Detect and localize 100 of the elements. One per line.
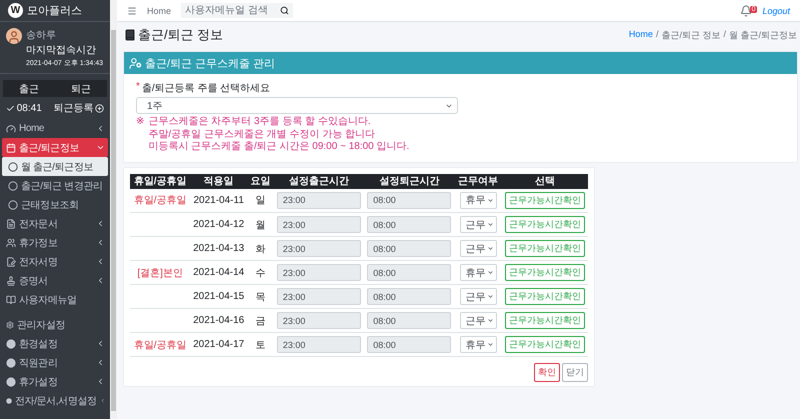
close-button[interactable]: 닫기 <box>562 363 588 382</box>
breadcrumb-item[interactable]: 출근/퇴근 정보 <box>661 28 720 42</box>
holiday-cell: 휴일/공휴일 <box>130 332 190 356</box>
dot-icon <box>6 338 16 348</box>
end-time-field[interactable]: 08:00 <box>367 216 452 233</box>
column-header: 적용일 <box>190 174 247 188</box>
circle-icon <box>8 180 18 190</box>
book-icon <box>124 29 136 41</box>
search-field[interactable]: 사용자메뉴얼 검색 <box>181 3 294 18</box>
sidebar-item[interactable]: 휴가정보 <box>2 233 108 252</box>
sidebar-item[interactable]: 증명서 <box>2 271 108 290</box>
sidebar-item[interactable]: 휴가설정 <box>2 372 108 391</box>
clock-button[interactable]: 퇴근 <box>55 80 107 97</box>
sidebar-item[interactable]: 월 출근/퇴근정보 <box>2 157 108 176</box>
end-time-field[interactable]: 08:00 <box>367 264 452 281</box>
sidebar-item[interactable]: 출근/퇴근 변경관리 <box>2 176 108 195</box>
caret-icon <box>486 293 494 300</box>
note-mark: ※ <box>136 116 144 129</box>
work-select[interactable]: 근무 <box>460 240 497 257</box>
work-select[interactable]: 근무 <box>460 288 497 305</box>
work-select[interactable]: 휴무 <box>460 264 497 281</box>
work-select[interactable]: 휴무 <box>460 336 497 353</box>
section-heading: 관리자설정 <box>2 315 108 334</box>
note-text: 주말/공휴일 근무스케줄은 개별 수정이 가능 합니다 <box>148 128 376 141</box>
caret-icon <box>486 341 494 348</box>
day-cell: 화 <box>247 236 274 260</box>
sidebar-item[interactable]: 전자/문서,서명설정 <box>2 391 108 410</box>
dot-icon <box>6 376 16 386</box>
clock-button[interactable]: 출근 <box>3 80 55 97</box>
sidebar-item[interactable]: 직원관리 <box>2 353 108 372</box>
sidebar-item[interactable]: 근태정보조회 <box>2 195 108 214</box>
note-text: 근무스케줄은 차주부터 3주를 등록 할 수있습니다. <box>148 116 372 128</box>
bell-icon[interactable] <box>740 4 752 16</box>
breadcrumb-item[interactable]: Home <box>628 28 653 42</box>
avatar-icon <box>6 28 22 44</box>
day-cell: 수 <box>247 260 274 284</box>
holiday-cell: [결혼]본인 <box>130 260 190 284</box>
caret-icon <box>486 196 494 204</box>
date-cell: 2021-04-16 <box>190 308 247 332</box>
work-select[interactable]: 휴무 <box>460 192 497 209</box>
week-select[interactable]: 1주 <box>136 97 458 114</box>
breadcrumb-item[interactable]: 월 출근/퇴근정보 <box>728 28 797 42</box>
dot-icon <box>6 396 12 406</box>
page-title: 출근/퇴근 정보 <box>124 26 224 44</box>
sidebar-item[interactable]: Home <box>2 119 108 138</box>
start-time-field[interactable]: 23:00 <box>276 264 361 281</box>
start-time-field[interactable]: 23:00 <box>276 192 361 209</box>
start-time-field[interactable]: 23:00 <box>276 216 361 233</box>
caret-icon <box>486 245 494 252</box>
holiday-cell: 휴일/공휴일 <box>130 188 190 212</box>
check-in-time: 08:41 <box>6 102 42 114</box>
breadcrumb-separator: / <box>656 28 658 40</box>
work-select[interactable]: 근무 <box>460 216 497 233</box>
caret-icon <box>486 221 494 228</box>
date-cell: 2021-04-13 <box>190 236 247 260</box>
logout-link[interactable]: Logout <box>762 6 790 16</box>
date-cell: 2021-04-14 <box>190 260 247 284</box>
start-time-field[interactable]: 23:00 <box>276 312 361 329</box>
start-time-field[interactable]: 23:00 <box>276 288 361 305</box>
end-time-field[interactable]: 08:00 <box>367 336 452 353</box>
card-title: 출근/퇴근 근무스케줄 관리 <box>145 56 276 70</box>
user-gear-icon <box>129 56 142 70</box>
day-cell: 목 <box>247 284 274 308</box>
column-header: 설정출근시간 <box>274 174 364 188</box>
caret-icon <box>486 317 494 324</box>
logo-mark: W <box>8 3 23 18</box>
last-login-label: 마지막접속시간 <box>26 44 97 57</box>
sidebar-item[interactable]: 환경설정 <box>2 334 108 353</box>
column-header: 요일 <box>247 174 274 188</box>
end-time-field[interactable]: 08:00 <box>367 240 452 257</box>
check-out-link[interactable]: 퇴근등록 <box>53 101 104 115</box>
sidebar-item[interactable]: 사용자메뉴얼 <box>2 290 108 309</box>
sidebar-item[interactable]: 출근/퇴근정보 <box>2 138 108 157</box>
end-time-field[interactable]: 08:00 <box>367 288 452 305</box>
field-label: * 출/퇴근등록 주를 선택하세요 <box>136 81 272 95</box>
date-cell: 2021-04-11 <box>190 188 247 212</box>
home-link[interactable]: Home <box>147 6 172 16</box>
column-header: 휴일/공휴일 <box>130 174 190 188</box>
search-icon <box>280 6 290 15</box>
sidebar-item[interactable]: 전자문서 <box>2 214 108 233</box>
caret-icon <box>486 269 494 276</box>
plus-icon <box>95 104 104 112</box>
circle-icon <box>8 200 18 210</box>
date-cell: 2021-04-12 <box>190 212 247 236</box>
start-time-field[interactable]: 23:00 <box>276 336 361 353</box>
column-header: 선택 <box>502 174 588 188</box>
breadcrumb-separator: / <box>723 28 726 40</box>
end-time-field[interactable]: 08:00 <box>367 312 452 329</box>
sidebar-item[interactable]: 전자서명 <box>2 252 108 271</box>
work-select[interactable]: 근무 <box>460 312 497 329</box>
note-text: 미등록시 근무스케줄 출/퇴근 시간은 09:00 ~ 18:00 입니다. <box>148 141 410 154</box>
circle-icon <box>8 162 18 172</box>
confirm-button[interactable]: 확인 <box>534 363 560 382</box>
start-time-field[interactable]: 23:00 <box>276 240 361 257</box>
day-cell: 금 <box>247 308 274 332</box>
app-name: 모아플러스 <box>27 4 82 18</box>
day-cell: 토 <box>247 332 274 356</box>
end-time-field[interactable]: 08:00 <box>367 192 452 209</box>
check-icon <box>6 104 15 112</box>
column-header: 설정퇴근시간 <box>364 174 454 188</box>
